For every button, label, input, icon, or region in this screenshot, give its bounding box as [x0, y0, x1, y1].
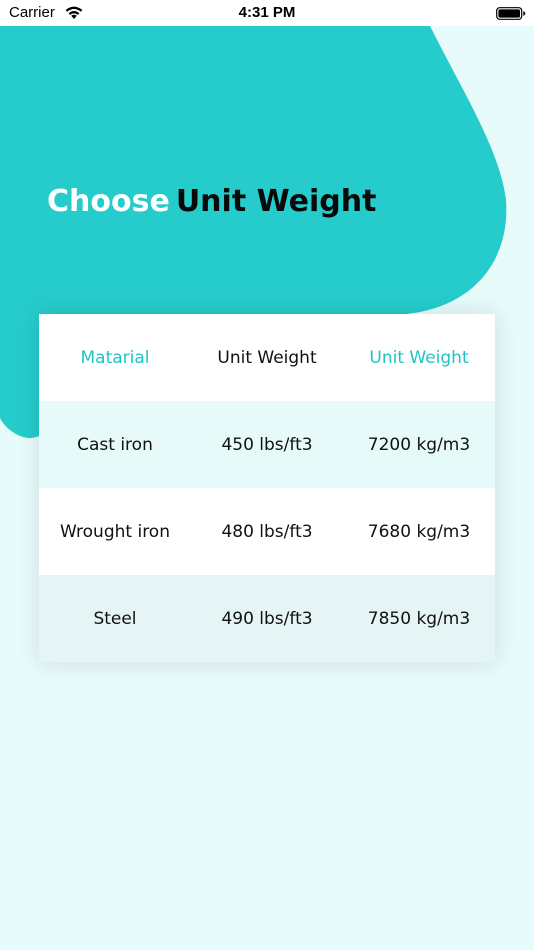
- battery-icon: [496, 7, 526, 20]
- table-row[interactable]: Cast iron 450 lbs/ft3 7200 kg/m3: [39, 401, 495, 488]
- imperial-weight-cell: 490 lbs/ft3: [221, 608, 313, 629]
- metric-weight-cell: 7850 kg/m3: [367, 608, 471, 629]
- table-row[interactable]: Steel 490 lbs/ft3 7850 kg/m3: [39, 575, 495, 662]
- material-cell: Cast iron: [77, 434, 153, 455]
- material-cell: Wrought iron: [60, 521, 170, 542]
- page-title: Choose Unit Weight: [47, 184, 376, 219]
- screen: Carrier 4:31 PM Choose Unit Weight Matari…: [0, 0, 534, 950]
- header-unit-weight-imperial: Unit Weight: [217, 347, 317, 368]
- status-bar: Carrier 4:31 PM: [0, 0, 534, 26]
- metric-weight-cell: 7200 kg/m3: [367, 434, 471, 455]
- material-cell: Steel: [93, 608, 137, 629]
- header-material: Matarial: [80, 347, 150, 368]
- title-light-text: Choose: [47, 184, 170, 219]
- imperial-weight-cell: 480 lbs/ft3: [221, 521, 313, 542]
- metric-weight-cell: 7680 kg/m3: [367, 521, 471, 542]
- title-dark-text: Unit Weight: [175, 184, 377, 219]
- unit-weight-table: Matarial Unit Weight Unit Weight Cast ir…: [39, 314, 495, 662]
- table-row[interactable]: Wrought iron 480 lbs/ft3 7680 kg/m3: [39, 488, 495, 575]
- imperial-weight-cell: 450 lbs/ft3: [221, 434, 313, 455]
- table-header-row: Matarial Unit Weight Unit Weight: [39, 314, 495, 401]
- clock: 4:31 PM: [238, 4, 296, 21]
- header-unit-weight-metric: Unit Weight: [369, 347, 469, 368]
